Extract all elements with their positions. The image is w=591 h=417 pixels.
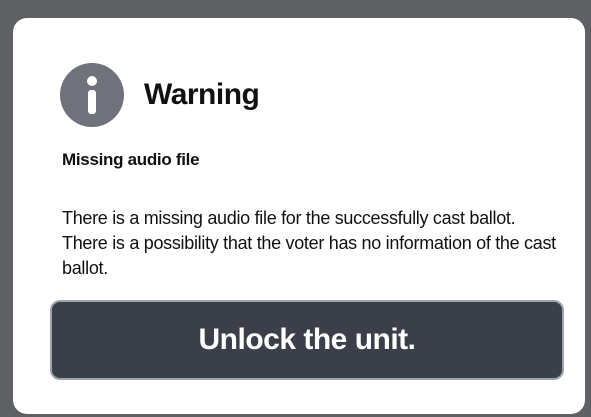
unlock-unit-button[interactable]: Unlock the unit. [50,300,564,380]
dialog-message: There is a missing audio file for the su… [62,208,556,278]
info-icon-dot [87,76,97,86]
dialog-subtitle: Missing audio file [62,150,200,169]
info-icon-stem [88,90,96,114]
warning-dialog: Warning Missing audio file There is a mi… [13,18,585,414]
dialog-header: Warning [60,63,260,127]
dialog-title: Warning [144,78,260,111]
info-icon [60,63,124,127]
